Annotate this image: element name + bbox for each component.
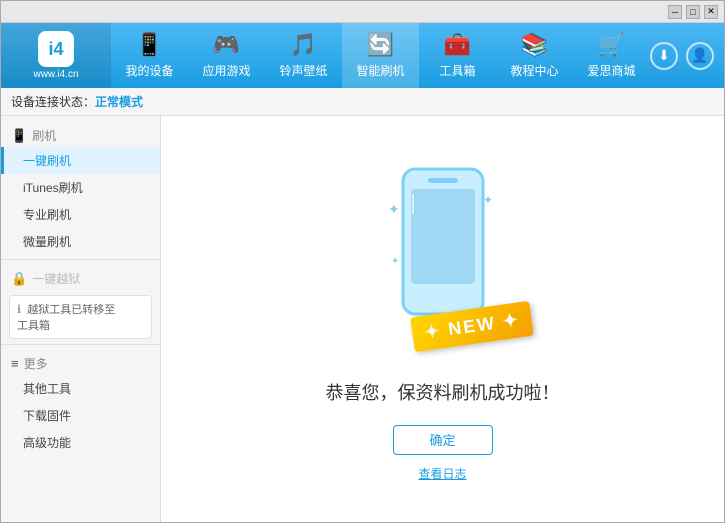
header: i4 www.i4.cn 📱 我的设备 🎮 应用游戏 🎵 铃声壁纸 🔄 智能刷机… <box>1 23 724 88</box>
apps-games-icon: 🎮 <box>213 32 240 58</box>
new-badge-suffix: ✦ <box>495 309 522 332</box>
logo-url: www.i4.cn <box>33 69 78 80</box>
success-title: 恭喜您，保资料刷机成功啦！ <box>326 379 560 405</box>
success-illustration: ✦ ✦ ✦ ✦ NEW ✦ <box>353 159 533 359</box>
svg-text:✦: ✦ <box>391 256 399 267</box>
jailbreak-info-text: 越狱工具已转移至工具箱 <box>17 304 115 332</box>
flash-section-icon: 📱 <box>11 128 27 144</box>
sidebar-item-pro-flash[interactable]: 专业刷机 <box>1 201 160 228</box>
nav-my-device[interactable]: 📱 我的设备 <box>111 23 188 88</box>
nav-ringtones[interactable]: 🎵 铃声壁纸 <box>265 23 342 88</box>
sidebar-item-itunes-flash[interactable]: iTunes刷机 <box>1 174 160 201</box>
logo-icon: i4 <box>38 31 74 67</box>
nav-mall[interactable]: 🛒 爱思商城 <box>573 23 650 88</box>
download-firmware-label: 下载固件 <box>23 409 71 423</box>
new-badge-prefix: ✦ <box>423 319 450 342</box>
status-label: 设备连接状态： <box>11 93 95 110</box>
nav-ringtones-label: 铃声壁纸 <box>279 62 327 79</box>
itunes-flash-label: iTunes刷机 <box>23 181 83 195</box>
minimize-button[interactable]: ─ <box>668 5 682 19</box>
one-click-flash-label: 一键刷机 <box>23 154 71 168</box>
sidebar-section-flash: 📱 刷机 <box>1 121 160 147</box>
nav-smart-flash[interactable]: 🔄 智能刷机 <box>342 23 419 88</box>
my-device-icon: 📱 <box>136 32 163 58</box>
nav-my-device-label: 我的设备 <box>125 62 173 79</box>
svg-text:✦: ✦ <box>483 193 493 207</box>
flash-section-label: 刷机 <box>32 127 56 144</box>
new-badge-text: NEW <box>447 312 497 338</box>
pro-flash-label: 专业刷机 <box>23 208 71 222</box>
sidebar-item-other-tools[interactable]: 其他工具 <box>1 375 160 402</box>
window-controls: ─ □ ✕ <box>668 5 718 19</box>
more-icon: ≡ <box>11 356 19 371</box>
sidebar-divider-1 <box>1 259 160 260</box>
jailbreak-icon: 🔒 <box>11 271 27 287</box>
confirm-button[interactable]: 确定 <box>393 425 493 455</box>
smart-flash-icon: 🔄 <box>367 32 394 58</box>
info-icon: ℹ <box>17 304 21 316</box>
nav-bar: 📱 我的设备 🎮 应用游戏 🎵 铃声壁纸 🔄 智能刷机 🧰 工具箱 📚 <box>111 23 650 88</box>
advanced-label: 高级功能 <box>23 436 71 450</box>
logo[interactable]: i4 www.i4.cn <box>1 23 111 88</box>
svg-text:✦: ✦ <box>388 201 400 217</box>
nav-mall-label: 爱思商城 <box>587 62 635 79</box>
device-status-bar: 设备连接状态： 正常模式 <box>1 88 724 116</box>
main-layout: 📱 刷机 一键刷机 iTunes刷机 专业刷机 微量刷机 🔒 一键越狱 <box>1 116 724 523</box>
confirm-button-label: 确定 <box>429 430 455 449</box>
sidebar-section-more: ≡ 更多 <box>1 349 160 375</box>
status-value: 正常模式 <box>95 93 143 110</box>
other-tools-label: 其他工具 <box>23 382 71 396</box>
nav-smart-flash-label: 智能刷机 <box>356 62 404 79</box>
title-bar: ─ □ ✕ <box>1 1 724 23</box>
main-content: ✦ ✦ ✦ ✦ NEW ✦ 恭喜您，保资料刷机成功啦！ 确定 查看日志 <box>161 116 724 523</box>
nav-apps-games-label: 应用游戏 <box>202 62 250 79</box>
download-button[interactable]: ⬇ <box>650 42 678 70</box>
sidebar-item-download-firmware[interactable]: 下载固件 <box>1 402 160 429</box>
sidebar-item-micro-flash[interactable]: 微量刷机 <box>1 228 160 255</box>
sidebar: 📱 刷机 一键刷机 iTunes刷机 专业刷机 微量刷机 🔒 一键越狱 <box>1 116 161 523</box>
mall-icon: 🛒 <box>598 32 625 58</box>
jailbreak-label: 一键越狱 <box>32 270 80 287</box>
sidebar-divider-2 <box>1 344 160 345</box>
close-button[interactable]: ✕ <box>704 5 718 19</box>
user-button[interactable]: 👤 <box>686 42 714 70</box>
micro-flash-label: 微量刷机 <box>23 235 71 249</box>
nav-tutorials-label: 教程中心 <box>510 62 558 79</box>
tutorials-icon: 📚 <box>521 32 548 58</box>
more-section-label: 更多 <box>24 355 48 372</box>
nav-tutorials[interactable]: 📚 教程中心 <box>496 23 573 88</box>
nav-toolbox-label: 工具箱 <box>439 62 475 79</box>
header-right: ⬇ 👤 <box>650 42 724 70</box>
jailbreak-info-box: ℹ 越狱工具已转移至工具箱 <box>9 295 152 339</box>
sidebar-item-advanced[interactable]: 高级功能 <box>1 429 160 456</box>
sidebar-item-one-click-flash[interactable]: 一键刷机 <box>1 147 160 174</box>
nav-apps-games[interactable]: 🎮 应用游戏 <box>188 23 265 88</box>
toolbox-icon: 🧰 <box>444 32 471 58</box>
view-log-link[interactable]: 查看日志 <box>418 465 466 482</box>
nav-toolbox[interactable]: 🧰 工具箱 <box>419 23 496 88</box>
sidebar-section-jailbreak: 🔒 一键越狱 <box>1 264 160 290</box>
maximize-button[interactable]: □ <box>686 5 700 19</box>
ringtones-icon: 🎵 <box>290 32 317 58</box>
